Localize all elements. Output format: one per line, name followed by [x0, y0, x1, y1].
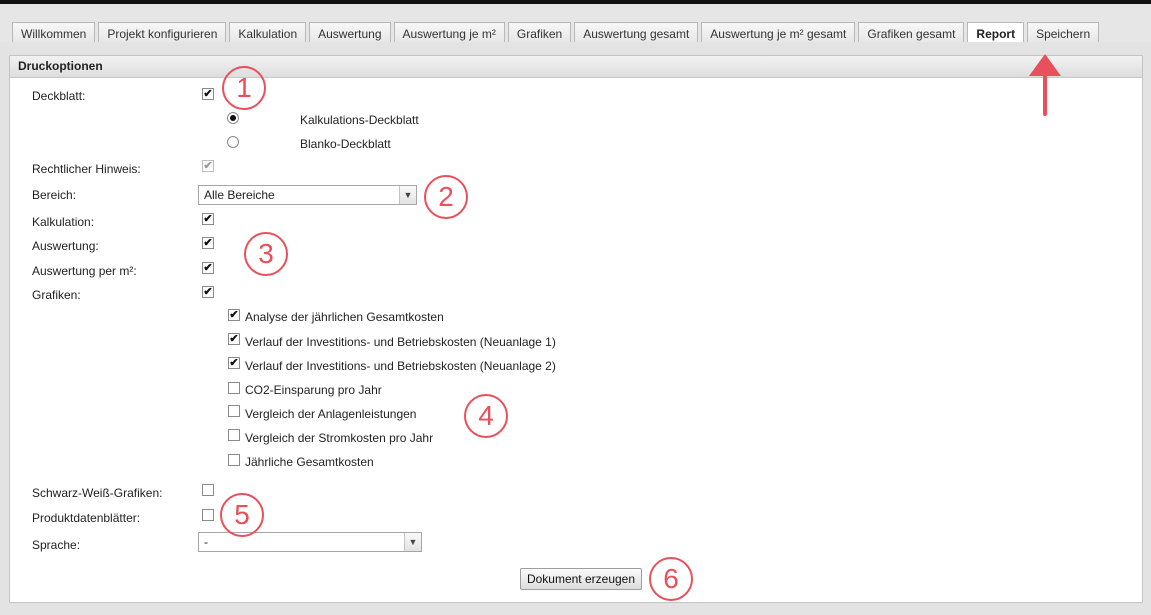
produktdatenblaetter-checkbox[interactable]: [202, 509, 214, 521]
kalkulation-checkbox[interactable]: ✔: [202, 213, 214, 225]
bereich-label: Bereich:: [32, 188, 77, 202]
grafik-item-checkbox[interactable]: [228, 405, 240, 417]
auswertung-m2-checkbox[interactable]: ✔: [202, 262, 214, 274]
content-frame: Druckoptionen: [0, 42, 1151, 615]
annotation-marker: 4: [464, 394, 508, 438]
auswertung-m2-label: Auswertung per m²:: [32, 264, 137, 278]
sprache-select[interactable]: - ▼: [198, 532, 422, 552]
grafik-item-checkbox[interactable]: [228, 382, 240, 394]
panel-title: Druckoptionen: [10, 56, 1142, 78]
arrow-up-icon: [1029, 54, 1061, 116]
grafik-item-label: Vergleich der Anlagenleistungen: [245, 407, 417, 421]
grafiken-label: Grafiken:: [32, 288, 81, 302]
annotation-marker: 2: [424, 175, 468, 219]
druckoptionen-panel: Druckoptionen: [9, 55, 1143, 603]
annotation-marker: 5: [220, 493, 264, 537]
grafik-item-checkbox[interactable]: [228, 454, 240, 466]
annotation-marker: 1: [222, 66, 266, 110]
grafik-item-label: Jährliche Gesamtkosten: [245, 455, 374, 469]
kalkulation-label: Kalkulation:: [32, 215, 95, 229]
annotation-marker: 6: [649, 557, 693, 601]
grafik-item-label: Verlauf der Investitions- und Betriebsko…: [245, 359, 556, 373]
kalkulations-deckblatt-radio[interactable]: [227, 112, 239, 124]
grafik-item-label: CO2-Einsparung pro Jahr: [245, 383, 382, 397]
grafik-item-checkbox[interactable]: ✔: [228, 357, 240, 369]
bereich-value: Alle Bereiche: [204, 188, 275, 202]
chevron-down-icon[interactable]: ▼: [399, 186, 416, 204]
grafik-item-checkbox[interactable]: ✔: [228, 309, 240, 321]
grafik-item-label: Vergleich der Stromkosten pro Jahr: [245, 431, 434, 445]
dokument-erzeugen-button[interactable]: Dokument erzeugen: [520, 568, 642, 590]
rechtlicher-hinweis-checkbox: ✔: [202, 160, 214, 172]
rechtlicher-hinweis-label: Rechtlicher Hinweis:: [32, 162, 141, 176]
blanko-deckblatt-radio[interactable]: [227, 136, 239, 148]
auswertung-label: Auswertung:: [32, 239, 99, 253]
annotation-marker: 3: [244, 232, 288, 276]
kalkulations-deckblatt-label: Kalkulations-Deckblatt: [300, 113, 419, 127]
grafik-item-checkbox[interactable]: ✔: [228, 333, 240, 345]
produktdatenblaetter-label: Produktdatenblätter:: [32, 511, 141, 525]
schwarz-weiss-checkbox[interactable]: [202, 484, 214, 496]
sprache-label: Sprache:: [32, 538, 81, 552]
blanko-deckblatt-label: Blanko-Deckblatt: [300, 137, 391, 151]
grafik-item-label: Verlauf der Investitions- und Betriebsko…: [245, 335, 556, 349]
sprache-value: -: [204, 535, 208, 549]
tab-bar: Willkommen Projekt konfigurieren Kalkula…: [0, 4, 1151, 47]
deckblatt-label: Deckblatt:: [32, 89, 86, 103]
grafik-item-checkbox[interactable]: [228, 429, 240, 441]
deckblatt-checkbox[interactable]: ✔: [202, 88, 214, 100]
chevron-down-icon[interactable]: ▼: [404, 533, 421, 551]
grafik-item-label: Analyse der jährlichen Gesamtkosten: [245, 310, 444, 324]
bereich-select[interactable]: Alle Bereiche ▼: [198, 185, 417, 205]
grafiken-checkbox[interactable]: ✔: [202, 286, 214, 298]
auswertung-checkbox[interactable]: ✔: [202, 237, 214, 249]
schwarz-weiss-label: Schwarz-Weiß-Grafiken:: [32, 486, 163, 500]
